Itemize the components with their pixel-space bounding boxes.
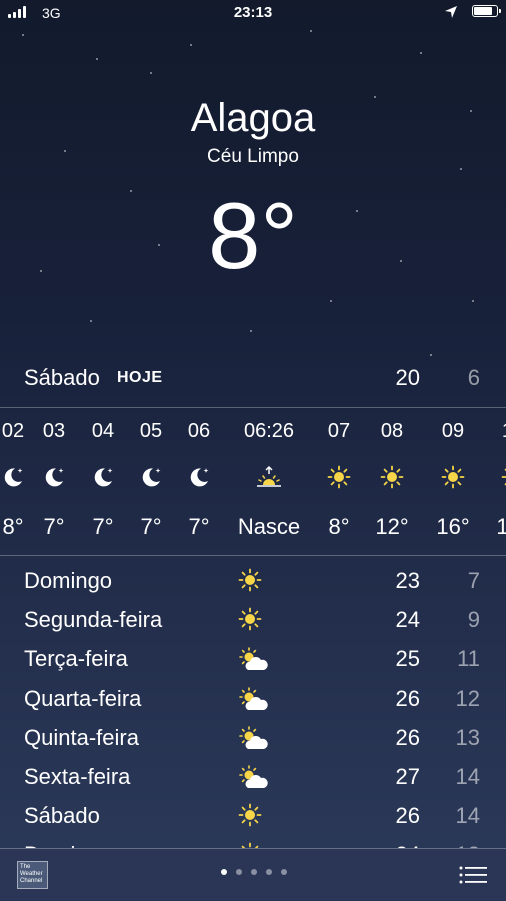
- hour-time: 10: [478, 420, 506, 443]
- daily-row: Terça-feira 25 11: [0, 640, 506, 679]
- today-low: 6: [468, 365, 480, 391]
- status-bar: 3G 23:13: [0, 0, 506, 26]
- day-name: Domingo: [24, 568, 112, 594]
- day-low: 9: [468, 607, 480, 633]
- day-high: 26: [396, 803, 420, 829]
- daily-row: Sexta-feira 27 14: [0, 758, 506, 797]
- hour-temperature: 7°: [164, 514, 234, 540]
- today-summary: Sábado HOJE 20 6: [0, 363, 506, 395]
- divider: [0, 555, 506, 556]
- hour-temperature: 12°: [357, 514, 427, 540]
- day-high: 27: [396, 764, 420, 790]
- day-high: 26: [396, 686, 420, 712]
- hourly-item: 10 18°: [478, 408, 506, 555]
- partly-cloudy-icon: [238, 725, 270, 753]
- current-temperature: 8°: [0, 180, 506, 292]
- condition-text: Céu Limpo: [0, 146, 506, 168]
- daily-row: Sábado 26 14: [0, 797, 506, 836]
- hour-time: 06: [164, 420, 234, 443]
- weather-channel-logo[interactable]: The Weather Channel: [17, 861, 48, 889]
- status-time: 23:13: [0, 4, 506, 21]
- sun-icon: [441, 465, 465, 489]
- day-low: 13: [456, 725, 480, 751]
- page-dot[interactable]: [266, 869, 272, 875]
- page-dot[interactable]: [221, 869, 227, 875]
- today-day: Sábado: [24, 365, 100, 391]
- sun-icon: [380, 465, 404, 489]
- hour-temperature: Nasce: [234, 514, 304, 540]
- sun-icon: [327, 465, 351, 489]
- daily-row: Domingo 23 7: [0, 562, 506, 601]
- sun-icon: [238, 607, 270, 635]
- daily-row: Quinta-feira 26 13: [0, 719, 506, 758]
- location-arrow-icon: [444, 5, 458, 19]
- day-name: Sábado: [24, 803, 100, 829]
- day-name: Terça-feira: [24, 646, 128, 672]
- day-high: 24: [396, 607, 420, 633]
- day-high: 23: [396, 568, 420, 594]
- moon-star-icon: [139, 465, 163, 489]
- day-name: Quarta-feira: [24, 686, 141, 712]
- sun-icon: [501, 465, 506, 489]
- day-high: 25: [396, 646, 420, 672]
- day-name: Segunda-feira: [24, 607, 162, 633]
- moon-star-icon: [91, 465, 115, 489]
- day-low: 7: [468, 568, 480, 594]
- partly-cloudy-icon: [238, 764, 270, 792]
- page-dot[interactable]: [236, 869, 242, 875]
- city-name: Alagoa: [0, 96, 506, 141]
- daily-forecast[interactable]: Domingo 23 7 Segunda-feira 24 9 Terça-feira 25 1…: [0, 562, 506, 850]
- partly-cloudy-icon: [238, 686, 270, 714]
- moon-star-icon: [187, 465, 211, 489]
- sun-icon: [238, 803, 270, 831]
- hourly-item: 06:26 Nasce: [234, 408, 304, 555]
- page-dot[interactable]: [251, 869, 257, 875]
- sunrise-icon: [254, 465, 278, 489]
- page-indicator[interactable]: [221, 869, 287, 875]
- partly-cloudy-icon: [238, 646, 270, 674]
- day-high: 26: [396, 725, 420, 751]
- hourly-item: 06 7°: [164, 408, 234, 555]
- moon-star-icon: [42, 465, 66, 489]
- day-low: 14: [456, 764, 480, 790]
- battery-icon: [472, 5, 498, 17]
- hour-time: 06:26: [234, 420, 304, 443]
- day-name: Quinta-feira: [24, 725, 139, 751]
- hourly-item: 08 12°: [357, 408, 427, 555]
- day-low: 12: [456, 686, 480, 712]
- hour-temperature: 18°: [478, 514, 506, 540]
- daily-row: Quarta-feira 26 12: [0, 680, 506, 719]
- daily-row: Segunda-feira 24 9: [0, 601, 506, 640]
- day-low: 14: [456, 803, 480, 829]
- bottom-bar: The Weather Channel: [0, 848, 506, 901]
- hourly-forecast[interactable]: 028°037°047°057°067°06:26Nasce078°0812°0…: [0, 408, 506, 555]
- hour-time: 08: [357, 420, 427, 443]
- sun-icon: [238, 568, 270, 596]
- today-high: 20: [396, 365, 420, 391]
- city-list-icon[interactable]: [459, 865, 487, 885]
- today-tag: HOJE: [117, 369, 163, 387]
- day-low: 11: [457, 646, 480, 672]
- page-dot[interactable]: [281, 869, 287, 875]
- day-name: Sexta-feira: [24, 764, 130, 790]
